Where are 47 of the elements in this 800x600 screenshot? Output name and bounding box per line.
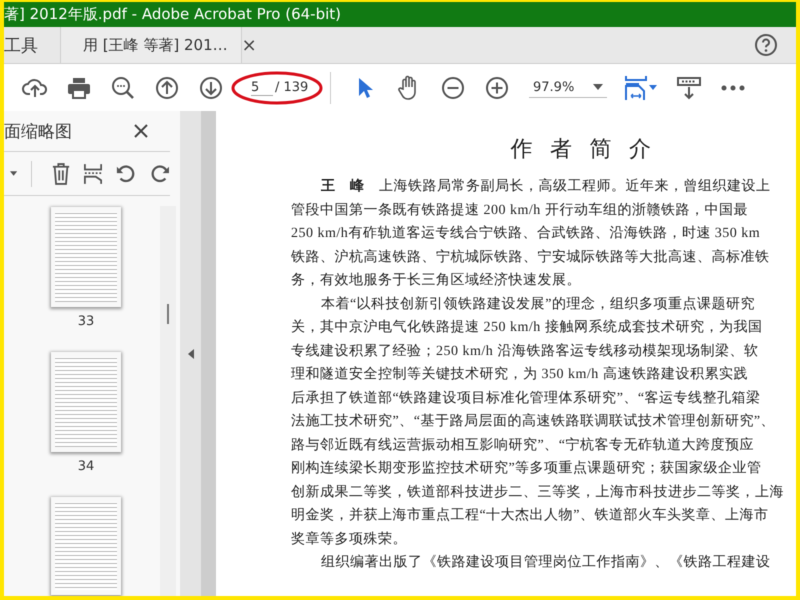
panel-title: 面缩略图 [4, 120, 72, 142]
pointer-icon[interactable] [356, 76, 374, 100]
cloud-upload-icon[interactable] [22, 76, 48, 98]
page-number: 33 [78, 314, 94, 329]
page-heading: 作 者 简 介 [509, 135, 658, 163]
text-line: 管段中国第一条既有铁路提速 200 km/h 开行动车组的浙赣铁路，中国最 [291, 201, 749, 220]
collapse-arrow-icon[interactable] [188, 348, 194, 358]
zoom-in-icon[interactable] [485, 76, 509, 100]
text-line: 专线建设积累了经验；250 km/h 沿海铁路客运专线移动模架现场制梁、软 [291, 342, 760, 360]
text-line: 创新成果二等奖，铁道部科技进步二、三等奖，上海市科技进步二等奖，上海 [291, 483, 785, 502]
text-line: 关，其中京沪电气化铁路提速 250 km/h 接触网系统成套技术研究，为我国 [291, 318, 764, 337]
text-line: 明金奖，并获上海市重点工程“十大杰出人物”、铁道部火车头奖章、上海市 [291, 506, 770, 525]
rotate-right-icon[interactable] [150, 162, 170, 184]
next-page-icon[interactable] [199, 76, 223, 100]
fit-page-icon[interactable] [624, 74, 658, 100]
close-icon[interactable] [134, 124, 148, 138]
help-icon[interactable] [754, 33, 778, 57]
text-line: 组织编著出版了《铁路建设项目管理岗位工作指南》、《铁路工程建设 [320, 554, 772, 572]
text-line: 刚构连续梁长期变形监控技术研究”等多项重点课题研究；获国家级企业管 [291, 459, 763, 478]
text-line: 法施工技术研究”、“基于路局层面的高速铁路联调联试技术管理创新研究”、 [291, 412, 776, 431]
scroll-mode-icon[interactable] [677, 76, 701, 100]
trash-icon[interactable] [52, 162, 70, 186]
text-line: 本着“以科技创新引领铁路建设发展”的理念，组织多项重点课题研究 [320, 295, 756, 314]
zoom-dropdown[interactable]: 97.9% [529, 78, 607, 98]
scrollbar[interactable] [160, 206, 176, 596]
caret-icon [593, 84, 603, 90]
previous-page-icon[interactable] [155, 76, 179, 100]
zoom-out-icon[interactable] [441, 76, 465, 100]
window-title: 著] 2012年版.pdf - Adobe Acrobat Pro (64-bit) [4, 5, 342, 24]
extract-pages-icon[interactable] [84, 162, 102, 186]
text-line: 路与邻近既有线运营振动相互影响研究”、“宁杭客专无砟轨道大跨度预应 [291, 436, 755, 454]
zoom-search-icon[interactable] [111, 76, 135, 100]
text-line: 奖章等多项殊荣。 [291, 530, 408, 548]
page-number: 34 [78, 459, 94, 474]
text-line: 250 km/h有砟轨道客运专线合宁铁路、合武铁路、沿海铁路，时速 350 km [291, 224, 762, 243]
page-number-field[interactable]: 5 [251, 80, 273, 96]
text-line: 务，有效地服务于长三角区域经济快速发展。 [291, 271, 582, 290]
page-total: / 139 [275, 80, 308, 95]
text-line: 王 峰 上海铁路局常务副局长，高级工程师。近年来，曾组织建设上 [320, 177, 772, 196]
print-icon[interactable] [67, 76, 91, 98]
close-tab-button[interactable]: × [242, 34, 257, 56]
text-line: 理和隧道安全控制等关键技术研究，为 350 km/h 高速铁路建设积累实践 [291, 365, 749, 384]
caret-icon[interactable] [10, 171, 18, 176]
text-line: 后承担了铁道部“铁路建设项目标准化管理体系研究”、“客运专线整孔箱梁 [291, 389, 762, 408]
more-icon[interactable] [721, 84, 745, 90]
text-line: 铁路、沪杭高速铁路、宁杭城际铁路、宁安城际铁路等大批高速、高标准铁 [291, 248, 770, 266]
rotate-left-icon[interactable] [116, 162, 136, 184]
